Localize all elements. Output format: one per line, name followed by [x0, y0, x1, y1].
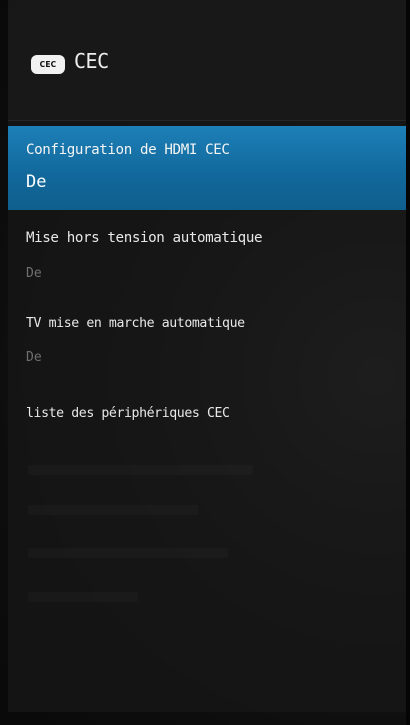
cec-settings-panel: CEC CEC Configuration de HDMI CEC De Mis… — [8, 0, 407, 712]
background-divider — [28, 548, 228, 558]
background-divider — [28, 505, 198, 515]
panel-header: CEC CEC — [8, 0, 407, 121]
page-title: CEC — [74, 49, 109, 73]
menu-item-cec-device-list[interactable]: liste des périphériques CEC — [8, 398, 407, 438]
menu-item-value: De — [26, 172, 47, 192]
cec-icon: CEC — [31, 55, 65, 74]
menu-item-value: De — [26, 350, 42, 365]
tv-screen: CEC CEC Configuration de HDMI CEC De Mis… — [0, 0, 410, 725]
menu-item-label: Configuration de HDMI CEC — [26, 142, 230, 158]
background-divider — [28, 465, 253, 475]
menu-item-hdmi-cec-config[interactable]: Configuration de HDMI CEC De — [8, 126, 407, 210]
menu-item-label: liste des périphériques CEC — [26, 406, 230, 421]
menu-item-label: TV mise en marche automatique — [26, 316, 245, 331]
menu-item-auto-power-off[interactable]: Mise hors tension automatique De — [8, 220, 407, 300]
background-divider — [28, 592, 138, 602]
menu-item-label: Mise hors tension automatique — [26, 230, 263, 246]
menu-item-auto-power-on[interactable]: TV mise en marche automatique De — [8, 306, 407, 386]
menu-item-value: De — [26, 266, 42, 281]
